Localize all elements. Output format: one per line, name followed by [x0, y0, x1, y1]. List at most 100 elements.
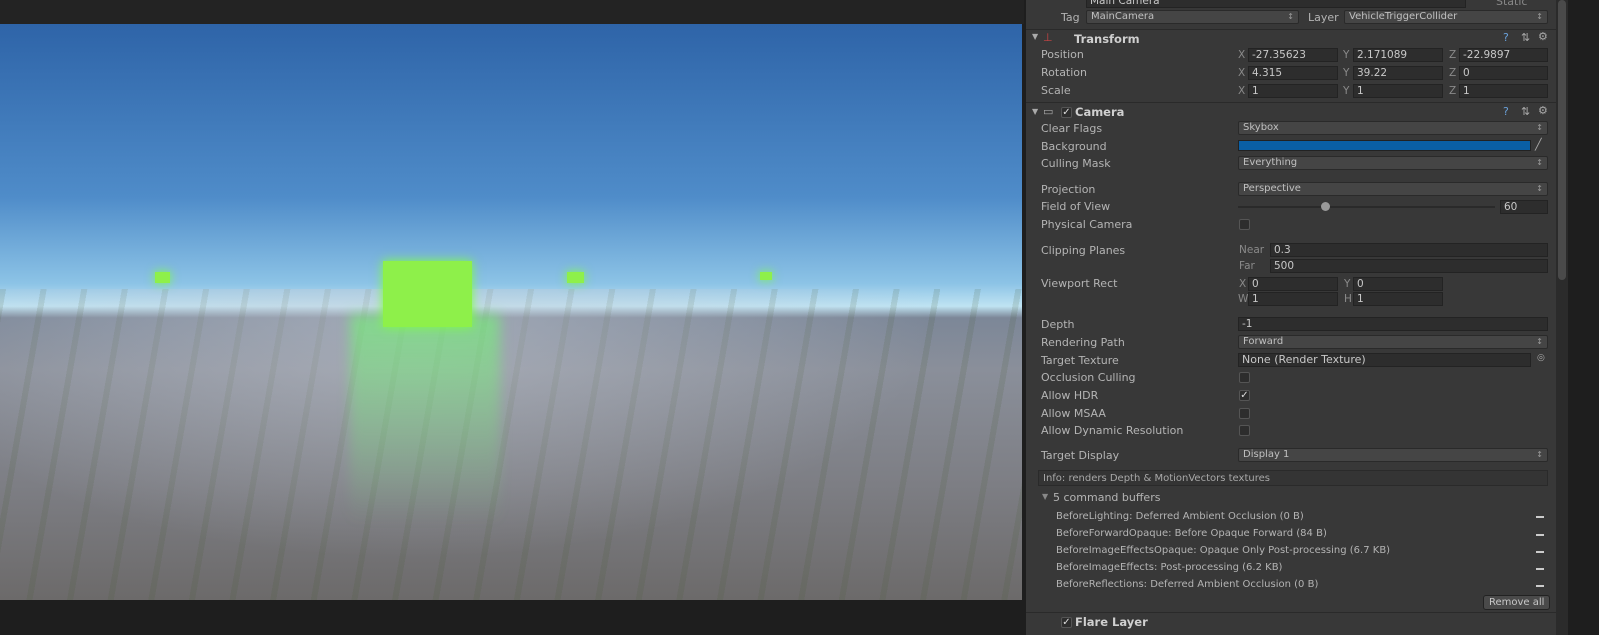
position-label: Position — [1041, 48, 1084, 61]
tag-dropdown[interactable]: MainCamera — [1086, 10, 1299, 24]
culling-mask-dropdown[interactable]: Everything — [1238, 156, 1548, 170]
bottom-strip — [0, 600, 1024, 635]
rotation-label: Rotation — [1041, 66, 1088, 79]
rotation-z[interactable]: 0 — [1459, 66, 1548, 80]
object-picker-icon[interactable]: ◎ — [1537, 353, 1545, 363]
fov-field[interactable]: 60 — [1500, 200, 1548, 214]
rendering-path-dropdown[interactable]: Forward — [1238, 335, 1548, 349]
scale-x[interactable]: 1 — [1248, 84, 1338, 98]
w-label: W — [1238, 293, 1249, 305]
viewport-y[interactable]: 0 — [1353, 277, 1443, 291]
dynamic-resolution-checkbox[interactable] — [1239, 425, 1250, 436]
allow-hdr-label: Allow HDR — [1041, 389, 1099, 402]
culling-mask-label: Culling Mask — [1041, 157, 1111, 170]
x-label: X — [1239, 278, 1247, 290]
terrain — [0, 289, 1022, 600]
fov-slider-thumb[interactable] — [1321, 202, 1330, 211]
clipping-planes-label: Clipping Planes — [1041, 244, 1126, 257]
command-buffer-item: BeforeImageEffectsOpaque: Opaque Only Po… — [1056, 545, 1391, 556]
y-label: Y — [1343, 67, 1350, 79]
y-label: Y — [1343, 49, 1350, 61]
preset-icon[interactable]: ⇅ — [1521, 105, 1530, 118]
preset-icon[interactable]: ⇅ — [1521, 31, 1530, 44]
target-display-dropdown[interactable]: Display 1 — [1238, 448, 1548, 462]
allow-hdr-checkbox[interactable]: ✓ — [1239, 390, 1250, 401]
projection-dropdown[interactable]: Perspective — [1238, 182, 1548, 196]
remove-buffer-icon[interactable] — [1536, 551, 1544, 553]
remove-all-button[interactable]: Remove all — [1483, 595, 1551, 610]
command-buffer-item: BeforeForwardOpaque: Before Opaque Forwa… — [1056, 528, 1327, 539]
green-cube — [383, 261, 472, 327]
help-icon[interactable]: ? — [1503, 31, 1509, 44]
foldout-arrow-icon[interactable]: ▼ — [1032, 32, 1038, 41]
inspector-scrollbar[interactable] — [1556, 0, 1568, 635]
eyedropper-icon[interactable]: ╱ — [1535, 138, 1542, 151]
gear-icon[interactable]: ⚙ — [1538, 30, 1548, 43]
remove-buffer-icon[interactable] — [1536, 534, 1544, 536]
rotation-y[interactable]: 39.22 — [1353, 66, 1443, 80]
scale-y[interactable]: 1 — [1353, 84, 1443, 98]
x-label: X — [1238, 67, 1246, 79]
target-display-label: Target Display — [1041, 449, 1120, 462]
viewport-h[interactable]: 1 — [1353, 292, 1443, 306]
viewport-x[interactable]: 0 — [1248, 277, 1338, 291]
tag-label: Tag — [1061, 11, 1080, 24]
background-color-swatch[interactable] — [1238, 140, 1531, 151]
fov-slider-track[interactable] — [1238, 206, 1495, 208]
transform-icon: ⊥ — [1043, 31, 1053, 44]
clear-flags-label: Clear Flags — [1041, 122, 1103, 135]
scale-label: Scale — [1041, 84, 1071, 97]
rotation-x[interactable]: 4.315 — [1248, 66, 1338, 80]
cube-reflection — [350, 314, 500, 524]
green-cube — [567, 272, 584, 283]
allow-msaa-checkbox[interactable] — [1239, 408, 1250, 419]
foldout-arrow-icon[interactable]: ▼ — [1032, 107, 1038, 116]
physical-camera-checkbox[interactable] — [1239, 219, 1250, 230]
near-field[interactable]: 0.3 — [1270, 243, 1548, 257]
transform-title: Transform — [1074, 32, 1140, 46]
remove-buffer-icon[interactable] — [1536, 585, 1544, 587]
near-label: Near — [1239, 244, 1265, 256]
target-texture-field[interactable]: None (Render Texture) — [1238, 353, 1531, 367]
occlusion-culling-checkbox[interactable] — [1239, 372, 1250, 383]
help-icon[interactable]: ? — [1503, 105, 1509, 118]
green-cube — [155, 272, 170, 283]
static-toggle[interactable]: Static — [1496, 0, 1527, 8]
command-buffers-title[interactable]: 5 command buffers — [1053, 491, 1160, 504]
inspector-panel: Main Camera Static Tag MainCamera Layer … — [1026, 0, 1556, 635]
position-x[interactable]: -27.35623 — [1248, 48, 1338, 62]
object-name-field[interactable]: Main Camera — [1086, 0, 1466, 8]
occlusion-culling-label: Occlusion Culling — [1041, 371, 1136, 384]
scrollbar-thumb[interactable] — [1558, 0, 1566, 280]
physical-camera-label: Physical Camera — [1041, 218, 1133, 231]
layer-dropdown[interactable]: VehicleTriggerCollider — [1344, 10, 1548, 24]
allow-msaa-label: Allow MSAA — [1041, 407, 1106, 420]
depth-field[interactable]: -1 — [1238, 317, 1548, 331]
camera-icon: ▭ — [1043, 105, 1054, 118]
game-viewport[interactable] — [0, 24, 1022, 600]
position-z[interactable]: -22.9897 — [1459, 48, 1548, 62]
command-buffer-item: BeforeReflections: Deferred Ambient Occl… — [1056, 579, 1319, 590]
foldout-arrow-icon[interactable]: ▼ — [1042, 492, 1048, 501]
remove-buffer-icon[interactable] — [1536, 568, 1544, 570]
scale-z[interactable]: 1 — [1459, 84, 1548, 98]
green-cube — [760, 272, 772, 280]
right-edge — [1568, 0, 1599, 635]
z-label: Z — [1449, 67, 1457, 79]
position-y[interactable]: 2.171089 — [1353, 48, 1443, 62]
command-buffer-item: BeforeImageEffects: Post-processing (6.2… — [1056, 562, 1283, 573]
remove-buffer-icon[interactable] — [1536, 516, 1544, 518]
z-label: Z — [1449, 49, 1457, 61]
projection-label: Projection — [1041, 183, 1096, 196]
far-field[interactable]: 500 — [1270, 259, 1548, 273]
viewport-w[interactable]: 1 — [1248, 292, 1338, 306]
camera-enabled-checkbox[interactable]: ✓ — [1061, 107, 1072, 118]
viewport-rect-label: Viewport Rect — [1041, 277, 1118, 290]
y-label: Y — [1344, 278, 1351, 290]
info-box: Info: renders Depth & MotionVectors text… — [1038, 470, 1548, 486]
clear-flags-dropdown[interactable]: Skybox — [1238, 121, 1548, 135]
gear-icon[interactable]: ⚙ — [1538, 104, 1548, 117]
x-label: X — [1238, 85, 1246, 97]
rendering-path-label: Rendering Path — [1041, 336, 1125, 349]
flare-layer-checkbox[interactable]: ✓ — [1061, 617, 1072, 628]
